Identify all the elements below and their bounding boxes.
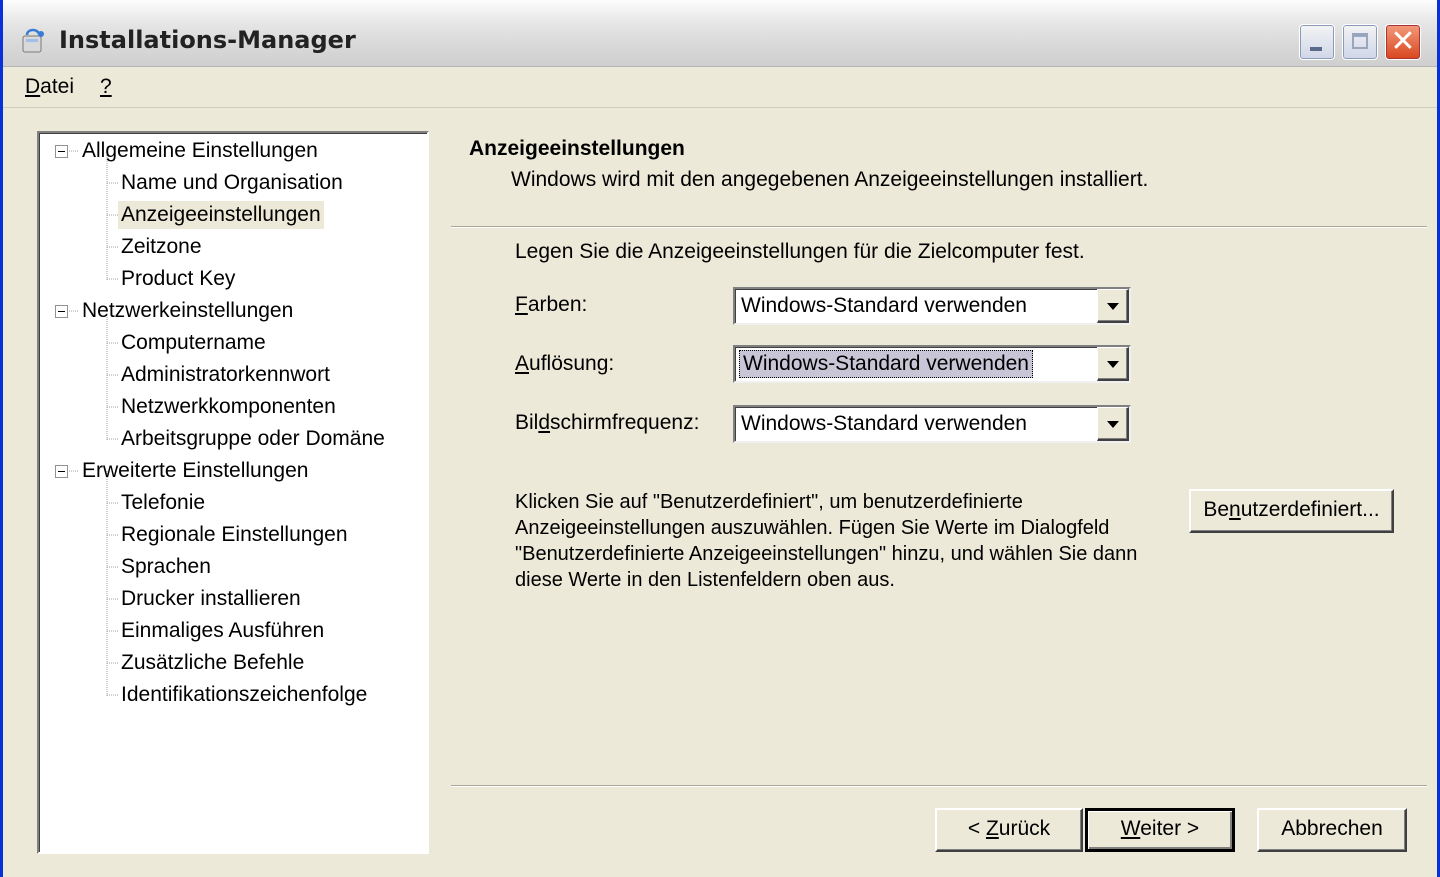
tree-item-name-und-organisation[interactable]: Name und Organisation <box>118 169 346 197</box>
benutzerdefiniert-mnemonic: n <box>1229 498 1241 521</box>
installations-manager-window: Installations-Manager ✕ Datei ? Allgemei… <box>0 0 1440 877</box>
benutzerdefiniert-label-pre: Be <box>1203 498 1230 521</box>
tree-item-drucker-installieren[interactable]: Drucker installieren <box>118 585 304 613</box>
minimize-icon <box>1310 47 1322 51</box>
farben-value: Windows-Standard verwenden <box>741 294 1027 317</box>
bildschirmfrequenz-label-rest: schirmfrequenz: <box>550 411 700 434</box>
page-subtitle: Windows wird mit den angegebenen Anzeige… <box>511 168 1149 191</box>
tree-connector-lines <box>69 150 119 697</box>
cancel-button[interactable]: Abbrechen <box>1257 808 1407 852</box>
chevron-down-icon[interactable] <box>1097 407 1129 441</box>
next-button[interactable]: Weiter > <box>1085 808 1235 852</box>
collapse-icon[interactable] <box>55 145 68 158</box>
bildschirmfrequenz-mnemonic: d <box>538 411 551 434</box>
benutzerdefiniert-label-rest: utzerdefiniert... <box>1240 498 1380 521</box>
tree-group-netzwerkeinstellungen[interactable]: Netzwerkeinstellungen <box>79 297 296 325</box>
farben-label: Farben: <box>515 293 587 317</box>
tree-item-sprachen[interactable]: Sprachen <box>118 553 214 581</box>
settings-tree[interactable]: Allgemeine Einstellungen Name und Organi… <box>37 131 429 854</box>
back-label-pre: < <box>967 817 986 840</box>
bildschirmfrequenz-value: Windows-Standard verwenden <box>741 412 1027 435</box>
tree-item-administratorkennwort[interactable]: Administratorkennwort <box>118 361 333 389</box>
close-button[interactable]: ✕ <box>1385 24 1421 60</box>
aufloesung-label: Auflösung: <box>515 352 614 376</box>
tree-item-arbeitsgruppe-oder-domaene[interactable]: Arbeitsgruppe oder Domäne <box>118 425 388 453</box>
farben-mnemonic: F <box>515 293 528 316</box>
back-label-rest: urück <box>998 817 1051 840</box>
aufloesung-value: Windows-Standard verwenden <box>739 350 1033 378</box>
title-bar[interactable]: Installations-Manager ✕ <box>3 0 1437 67</box>
menu-datei-label-rest: atei <box>40 75 75 98</box>
tree-item-product-key[interactable]: Product Key <box>118 265 238 293</box>
intro-text: Legen Sie die Anzeigeeinstellungen für d… <box>515 240 1085 263</box>
tree-group-allgemeine-einstellungen[interactable]: Allgemeine Einstellungen <box>79 137 321 165</box>
menu-datei-mnemonic: D <box>25 75 41 98</box>
header-divider <box>451 226 1427 228</box>
bildschirmfrequenz-dropdown[interactable]: Windows-Standard verwenden <box>733 405 1131 443</box>
tree-item-computername[interactable]: Computername <box>118 329 269 357</box>
chevron-down-icon[interactable] <box>1097 347 1129 381</box>
tree-item-zeitzone[interactable]: Zeitzone <box>118 233 205 261</box>
window-title: Installations-Manager <box>59 26 356 54</box>
farben-label-rest: arben: <box>527 293 588 316</box>
farben-dropdown[interactable]: Windows-Standard verwenden <box>733 287 1131 325</box>
chevron-down-icon[interactable] <box>1097 289 1129 323</box>
tree-item-telefonie[interactable]: Telefonie <box>118 489 208 517</box>
menu-datei[interactable]: Datei <box>21 75 78 99</box>
collapse-icon[interactable] <box>55 305 68 318</box>
page-header: Anzeigeeinstellungen Windows wird mit de… <box>451 131 1427 227</box>
tree-item-identifikationszeichenfolge[interactable]: Identifikationszeichenfolge <box>118 681 370 709</box>
benutzerdefiniert-button[interactable]: Benutzerdefiniert... <box>1189 489 1394 533</box>
aufloesung-label-rest: uflösung: <box>529 352 615 375</box>
page-title: Anzeigeeinstellungen <box>469 137 685 160</box>
next-label-rest: eiter > <box>1140 817 1200 840</box>
menu-bar: Datei ? <box>3 67 1437 108</box>
tree-item-einmaliges-ausfuehren[interactable]: Einmaliges Ausführen <box>118 617 327 645</box>
tree-item-netzwerkkomponenten[interactable]: Netzwerkkomponenten <box>118 393 339 421</box>
installer-icon <box>22 28 44 53</box>
collapse-icon[interactable] <box>55 465 68 478</box>
menu-help-label: ? <box>100 75 112 98</box>
maximize-button[interactable] <box>1342 24 1378 60</box>
maximize-icon <box>1352 33 1368 49</box>
minimize-button[interactable] <box>1299 24 1335 60</box>
tree-item-anzeigeeinstellungen[interactable]: Anzeigeeinstellungen <box>118 201 324 229</box>
menu-help[interactable]: ? <box>96 75 116 99</box>
bildschirmfrequenz-label: Bildschirmfrequenz: <box>515 411 699 435</box>
next-mnemonic: W <box>1120 817 1141 840</box>
footer-divider <box>451 785 1427 787</box>
back-button[interactable]: < Zurück <box>935 808 1083 852</box>
tree-item-zusaetzliche-befehle[interactable]: Zusätzliche Befehle <box>118 649 307 677</box>
custom-info-text: Klicken Sie auf "Benutzerdefiniert", um … <box>515 491 1138 591</box>
back-mnemonic: Z <box>985 817 999 840</box>
close-icon: ✕ <box>1390 24 1416 59</box>
aufloesung-dropdown[interactable]: Windows-Standard verwenden <box>733 345 1131 383</box>
tree-group-erweiterte-einstellungen[interactable]: Erweiterte Einstellungen <box>79 457 311 485</box>
tree-item-regionale-einstellungen[interactable]: Regionale Einstellungen <box>118 521 351 549</box>
aufloesung-mnemonic: A <box>515 352 530 375</box>
bildschirmfrequenz-label-pre: Bil <box>515 411 539 434</box>
